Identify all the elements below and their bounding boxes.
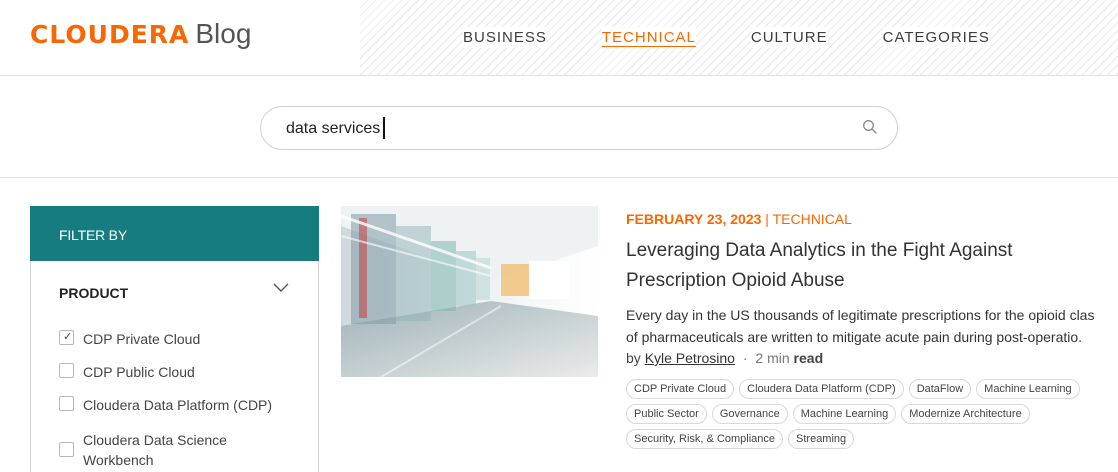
tag-row: CDP Private Cloud Cloudera Data Platform…	[626, 379, 1106, 399]
cloudera-blog-logo[interactable]: CLOUDERA Blog	[30, 18, 251, 50]
excerpt-line: of pharmaceuticals are written to mitiga…	[626, 329, 1083, 345]
tag-chip[interactable]: Cloudera Data Platform (CDP)	[739, 379, 904, 399]
tag-row: Public Sector Governance Machine Learnin…	[626, 404, 1106, 424]
meta-separator: |	[765, 211, 769, 227]
article-byline: by Kyle Petrosino · 2 min read	[626, 350, 823, 366]
filter-option-label: CDP Private Cloud	[83, 331, 201, 347]
nav-culture[interactable]: CULTURE	[750, 27, 828, 48]
search-icon[interactable]	[862, 119, 878, 135]
chevron-down-icon[interactable]	[273, 282, 289, 294]
article-thumbnail[interactable]	[341, 206, 598, 377]
checkbox[interactable]	[59, 396, 74, 411]
excerpt-line: Every day in the US thousands of legitim…	[626, 307, 1095, 323]
hospital-corridor-image	[341, 206, 598, 377]
checkbox[interactable]	[59, 363, 74, 378]
tag-chip[interactable]: Streaming	[788, 429, 855, 449]
article-excerpt: Every day in the US thousands of legitim…	[626, 304, 1118, 348]
tag-chip[interactable]: Security, Risk, & Compliance	[626, 429, 784, 449]
author-link[interactable]: Kyle Petrosino	[645, 350, 735, 366]
tag-chip[interactable]: Modernize Architecture	[901, 404, 1030, 424]
read-label: read	[793, 350, 824, 366]
tag-chip[interactable]: Public Sector	[626, 404, 707, 424]
search-input[interactable]	[286, 117, 826, 141]
tag-chip[interactable]: CDP Private Cloud	[626, 379, 735, 399]
byline-prefix: by	[626, 350, 641, 366]
nav-business[interactable]: BUSINESS	[463, 27, 547, 48]
nav-categories[interactable]: CATEGORIES	[882, 27, 990, 48]
checkmark-icon: ✓	[63, 331, 73, 343]
filter-option-cdp-private-cloud[interactable]: ✓ CDP Private Cloud	[59, 329, 200, 349]
nav-technical[interactable]: TECHNICAL	[601, 27, 696, 48]
product-filter-title[interactable]: PRODUCT	[59, 285, 128, 301]
filter-option-cdp-public-cloud[interactable]: CDP Public Cloud	[59, 362, 195, 382]
read-time: 2 min	[755, 350, 790, 366]
article-title[interactable]: Leveraging Data Analytics in the Fight A…	[626, 236, 1096, 296]
tag-chip[interactable]: Machine Learning	[792, 404, 897, 424]
checkbox-checked[interactable]: ✓	[59, 330, 74, 345]
tag-row: Security, Risk, & Compliance Streaming	[626, 429, 1106, 449]
checkbox[interactable]	[59, 442, 74, 457]
article-tags: CDP Private Cloud Cloudera Data Platform…	[626, 379, 1106, 454]
tag-chip[interactable]: Machine Learning	[976, 379, 1080, 399]
filter-option-cloudera-data-platform[interactable]: Cloudera Data Platform (CDP)	[59, 395, 272, 415]
logo-wordmark: CLOUDERA	[30, 20, 190, 49]
site-header: CLOUDERA Blog BUSINESS TECHNICAL CULTURE…	[0, 0, 1118, 76]
filter-option-label: Cloudera Data Platform (CDP)	[83, 397, 273, 413]
filter-option-label: CDP Public Cloud	[83, 364, 195, 380]
tag-chip[interactable]: Governance	[711, 404, 788, 424]
filter-option-label: Cloudera Data Science Workbench	[83, 432, 227, 468]
filter-option-cloudera-data-science-workbench[interactable]: Cloudera Data Science Workbench	[59, 430, 249, 470]
search-bar	[260, 106, 898, 150]
text-cursor	[383, 117, 385, 139]
filter-heading: FILTER BY	[30, 206, 319, 261]
logo-blog-label: Blog	[195, 18, 252, 49]
article-meta: FEBRUARY 23, 2023 | TECHNICAL	[626, 211, 852, 227]
byline-dot: ·	[742, 350, 748, 366]
section-divider	[0, 177, 1118, 178]
main-nav: BUSINESS TECHNICAL CULTURE CATEGORIES	[463, 0, 1045, 75]
tag-chip[interactable]: DataFlow	[908, 379, 972, 399]
article-category[interactable]: TECHNICAL	[773, 211, 852, 227]
article-date: FEBRUARY 23, 2023	[626, 211, 762, 227]
filter-panel: FILTER BY PRODUCT ✓ CDP Private Cloud CD…	[30, 206, 319, 472]
